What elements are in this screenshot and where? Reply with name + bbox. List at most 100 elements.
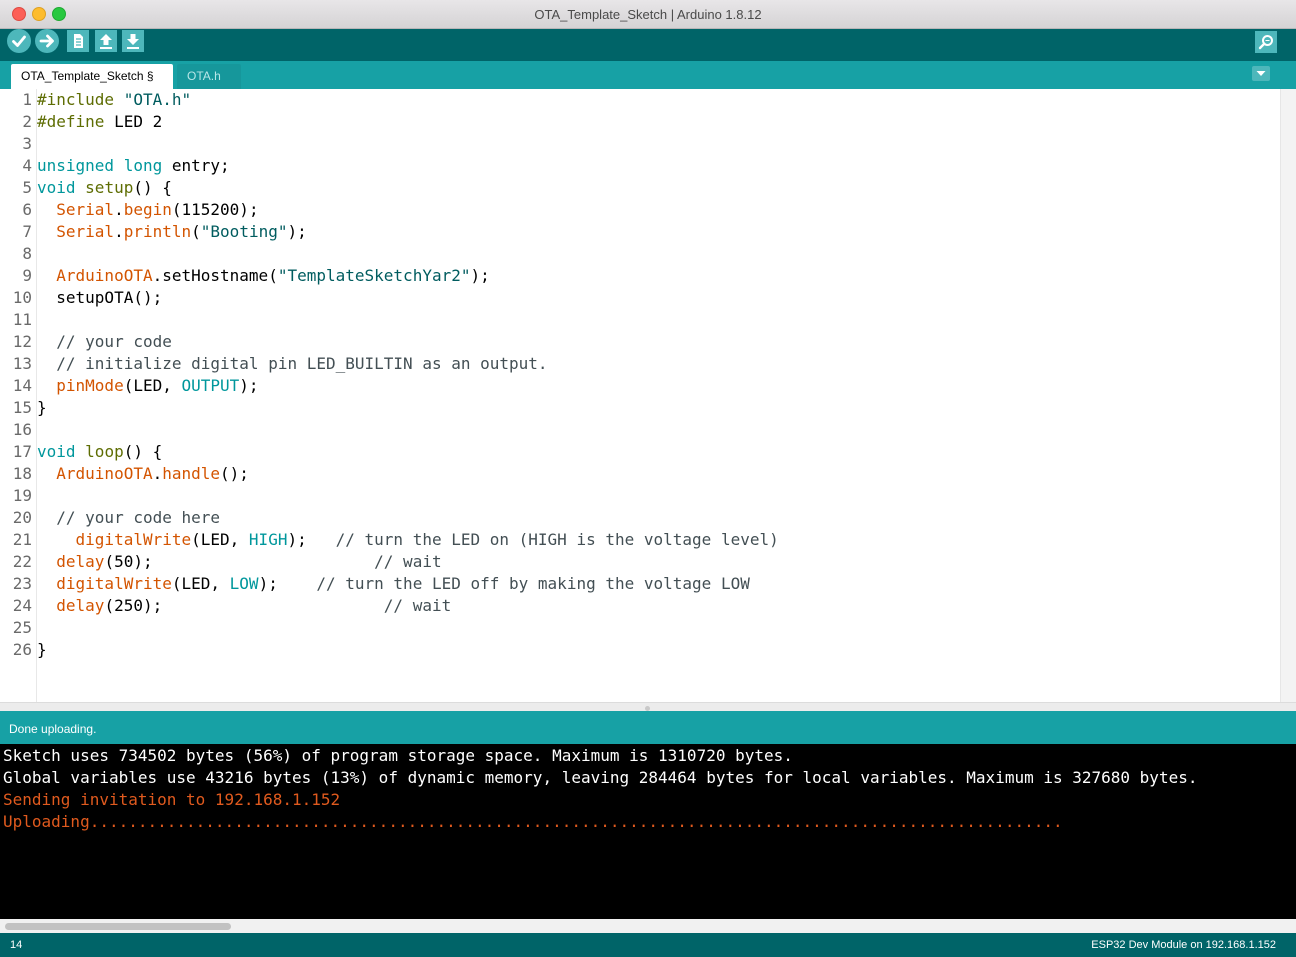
line-number: 25 xyxy=(12,618,32,637)
new-file-icon xyxy=(74,34,83,48)
status-bar: Done uploading. xyxy=(0,711,1296,744)
code-token: entry; xyxy=(162,156,230,175)
save-sketch-button[interactable] xyxy=(122,30,144,52)
code-line: delay(250); // wait xyxy=(37,595,451,617)
code-token: () { xyxy=(133,178,172,197)
serial-monitor-button[interactable] xyxy=(1255,31,1277,53)
code-token: ArduinoOTA xyxy=(56,266,153,285)
code-token: ); xyxy=(258,574,317,593)
code-token: // your code xyxy=(37,332,172,351)
line-number: 10 xyxy=(12,288,32,307)
code-token: // turn the LED off by making the voltag… xyxy=(316,574,750,593)
line-number: 13 xyxy=(12,354,32,373)
code-line: // your code xyxy=(37,331,172,353)
code-token: void xyxy=(37,178,76,197)
line-number: 22 xyxy=(12,552,32,571)
code-token: LED 2 xyxy=(104,112,163,131)
line-number: 11 xyxy=(12,310,32,329)
line-number: 18 xyxy=(12,464,32,483)
code-token: Serial xyxy=(56,222,115,241)
code-line: ArduinoOTA.setHostname("TemplateSketchYa… xyxy=(37,265,490,287)
line-number: 8 xyxy=(22,244,32,263)
line-number: 17 xyxy=(12,442,32,461)
line-number: 14 xyxy=(12,376,32,395)
code-token: // turn the LED on (HIGH is the voltage … xyxy=(335,530,779,549)
line-number-gutter: 1 2 3 4 5 6 7 8 9 10 11 12 13 14 15 16 17 18 19 20 21 22 23 24 2… xyxy=(3,89,37,702)
line-number: 24 xyxy=(12,596,32,615)
arduino-ide-window: OTA_Template_Sketch | Arduino 1.8.12 OTA… xyxy=(0,0,1296,957)
line-number: 9 xyxy=(22,266,32,285)
code-token: (); xyxy=(220,464,249,483)
new-sketch-button[interactable] xyxy=(67,30,89,52)
code-token: void xyxy=(37,442,76,461)
code-token: (LED, xyxy=(171,574,230,593)
code-token: (250); xyxy=(104,596,384,615)
code-token: handle xyxy=(162,464,221,483)
console-line: Global variables use 43216 bytes (13%) o… xyxy=(3,768,1198,787)
console-line: Uploading...............................… xyxy=(3,812,1063,831)
code-line: unsigned long entry; xyxy=(37,155,230,177)
code-token: digitalWrite xyxy=(75,530,192,549)
code-line: ArduinoOTA.handle(); xyxy=(37,463,249,485)
verify-button[interactable] xyxy=(7,29,31,53)
code-token: (115200); xyxy=(171,200,259,219)
line-number: 2 xyxy=(22,112,32,131)
line-number: 1 xyxy=(22,90,32,109)
code-token: HIGH xyxy=(248,530,288,549)
console-line: Sketch uses 734502 bytes (56%) of progra… xyxy=(3,746,793,765)
arrow-down-icon xyxy=(127,34,139,49)
line-number: 23 xyxy=(12,574,32,593)
scrollbar-thumb[interactable] xyxy=(5,923,231,930)
code-token: } xyxy=(37,398,47,417)
code-line: // your code here xyxy=(37,507,220,529)
code-line: } xyxy=(37,397,47,419)
line-number: 4 xyxy=(22,156,32,175)
code-token: loop xyxy=(85,442,124,461)
code-line: #include "OTA.h" xyxy=(37,89,191,111)
code-token: println xyxy=(123,222,192,241)
code-token: (LED, xyxy=(123,376,182,395)
code-token: ); xyxy=(470,266,490,285)
console-output[interactable]: Sketch uses 734502 bytes (56%) of progra… xyxy=(0,744,1296,919)
console-horizontal-scrollbar[interactable] xyxy=(0,919,1296,933)
code-token: setup xyxy=(85,178,134,197)
code-token: . xyxy=(114,222,124,241)
code-token: "Booting" xyxy=(200,222,288,241)
tab-ota-template-sketch[interactable]: OTA_Template_Sketch § xyxy=(11,64,173,89)
code-line: setupOTA(); xyxy=(37,287,162,309)
line-number: 6 xyxy=(22,200,32,219)
toolbar xyxy=(0,29,1296,61)
code-token: . xyxy=(114,200,124,219)
code-line: // initialize digital pin LED_BUILTIN as… xyxy=(37,353,547,375)
title-bar: OTA_Template_Sketch | Arduino 1.8.12 xyxy=(0,0,1296,29)
code-token: begin xyxy=(123,200,172,219)
editor-vertical-scrollbar[interactable] xyxy=(1280,89,1296,702)
code-token: "TemplateSketchYar2" xyxy=(277,266,471,285)
arrow-up-icon xyxy=(100,34,112,49)
code-line: pinMode(LED, OUTPUT); xyxy=(37,375,259,397)
code-editor[interactable]: 1 2 3 4 5 6 7 8 9 10 11 12 13 14 15 16 17 18 19 20 21 22 23 24 2… xyxy=(3,89,1280,702)
code-token: OUTPUT xyxy=(181,376,240,395)
upload-button[interactable] xyxy=(35,29,59,53)
code-token: ( xyxy=(191,222,201,241)
code-line: digitalWrite(LED, LOW); // turn the LED … xyxy=(37,573,750,595)
code-token: "OTA.h" xyxy=(123,90,192,109)
chevron-down-icon xyxy=(1256,71,1266,76)
tab-ota-h[interactable]: OTA.h xyxy=(177,64,241,89)
line-number: 16 xyxy=(12,420,32,439)
line-number: 19 xyxy=(12,486,32,505)
cursor-line-number: 14 xyxy=(10,939,23,951)
line-number: 3 xyxy=(22,134,32,153)
code-token: ); xyxy=(239,376,259,395)
tab-menu-button[interactable] xyxy=(1252,66,1270,81)
line-number: 21 xyxy=(12,530,32,549)
code-token: digitalWrite xyxy=(56,574,172,593)
code-token: ArduinoOTA xyxy=(56,464,153,483)
code-token: ); xyxy=(287,530,336,549)
open-sketch-button[interactable] xyxy=(95,30,117,52)
